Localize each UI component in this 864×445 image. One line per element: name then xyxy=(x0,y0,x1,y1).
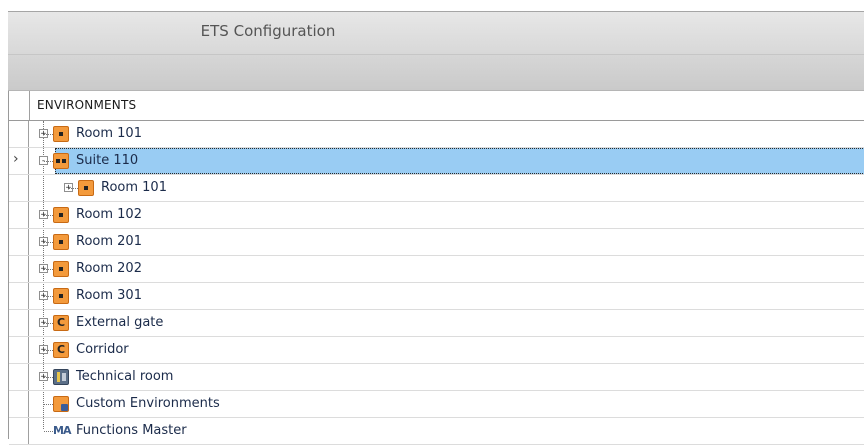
tree-row[interactable]: › - Suite 110 xyxy=(9,148,864,175)
column-header-label: ENVIRONMENTS xyxy=(37,98,137,112)
tree-row[interactable]: + Room 102 xyxy=(9,202,864,229)
row-selector[interactable] xyxy=(9,202,29,228)
tree-row-label: External gate xyxy=(76,315,164,330)
tree-branch-line xyxy=(44,215,53,216)
tree-cell xyxy=(30,337,864,363)
tree-row-label: Room 201 xyxy=(76,234,142,249)
tree-branch-line xyxy=(44,350,53,351)
row-selector[interactable] xyxy=(9,337,29,363)
tree-cell xyxy=(30,202,864,228)
panel-header: ETS Configuration xyxy=(8,11,864,55)
tree-cell xyxy=(30,256,864,282)
tree-branch-line xyxy=(44,269,53,270)
column-header[interactable]: ENVIRONMENTS xyxy=(9,91,864,121)
tree-row-label: Corridor xyxy=(76,342,129,357)
tree-row-label: Technical room xyxy=(76,369,174,384)
row-selector[interactable] xyxy=(9,283,29,309)
tree-row-label: Custom Environments xyxy=(76,396,220,411)
technical-room-icon xyxy=(53,369,69,385)
room-icon xyxy=(78,180,94,196)
tree-row[interactable]: + Room 202 xyxy=(9,256,864,283)
tree-row-label: Room 101 xyxy=(101,180,167,195)
row-selector[interactable] xyxy=(9,391,29,417)
tree-row-label: Room 202 xyxy=(76,261,142,276)
row-selector[interactable] xyxy=(9,364,29,390)
tree-branch-line xyxy=(44,323,53,324)
tree-row-label: Suite 110 xyxy=(76,153,139,168)
tree-row[interactable]: + Room 201 xyxy=(9,229,864,256)
tree-rows: + Room 101 › - Suite 110 + Room 101 + Room 102 + R… xyxy=(9,121,864,445)
toolbar-strip xyxy=(8,55,864,91)
row-selector[interactable] xyxy=(9,256,29,282)
tree-row-label: Room 101 xyxy=(76,126,142,141)
tree-row[interactable]: + Room 101 xyxy=(9,175,864,202)
tree-row[interactable]: MA Functions Master xyxy=(9,418,864,445)
tree-branch-line xyxy=(69,188,78,189)
tree-cell xyxy=(30,283,864,309)
tree-branch-line xyxy=(44,404,53,405)
row-selector-header xyxy=(9,91,30,120)
tree-branch-line xyxy=(44,296,53,297)
tree-row[interactable]: + Room 101 xyxy=(9,121,864,148)
tree-cell xyxy=(30,121,864,147)
custom-environments-icon xyxy=(53,396,69,412)
tree-branch-line xyxy=(44,161,53,162)
tree-row-label: Room 301 xyxy=(76,288,142,303)
room-icon xyxy=(53,288,69,304)
suite-icon xyxy=(53,153,69,169)
tree-row[interactable]: Custom Environments xyxy=(9,391,864,418)
room-icon xyxy=(53,234,69,250)
room-icon xyxy=(53,207,69,223)
environments-grid: ENVIRONMENTS + Room 101 › - Suite 110 + Room 1… xyxy=(8,91,864,445)
tree-row-label: Functions Master xyxy=(76,423,187,438)
row-selector[interactable] xyxy=(9,121,29,147)
tree-branch-line xyxy=(44,134,53,135)
tree-branch-line xyxy=(44,431,53,432)
corridor-icon: C xyxy=(53,342,69,358)
row-selector[interactable] xyxy=(9,418,29,444)
room-icon xyxy=(53,126,69,142)
row-selector[interactable] xyxy=(9,175,29,201)
tree-row[interactable]: + Room 301 xyxy=(9,283,864,310)
tree-cell xyxy=(30,229,864,255)
current-row-arrow-icon: › xyxy=(13,151,19,167)
tree-cell xyxy=(55,148,864,174)
room-icon xyxy=(53,261,69,277)
row-selector[interactable] xyxy=(9,310,29,336)
functions-master-icon: MA xyxy=(53,424,71,437)
tree-row-label: Room 102 xyxy=(76,207,142,222)
tree-branch-line xyxy=(44,377,53,378)
corridor-icon: C xyxy=(53,315,69,331)
tree-row[interactable]: + C External gate xyxy=(9,310,864,337)
row-selector[interactable] xyxy=(9,229,29,255)
tree-row[interactable]: + Technical room xyxy=(9,364,864,391)
row-selector[interactable]: › xyxy=(9,148,29,174)
panel-title: ETS Configuration xyxy=(200,22,336,40)
tree-branch-line xyxy=(44,242,53,243)
tree-row[interactable]: + C Corridor xyxy=(9,337,864,364)
